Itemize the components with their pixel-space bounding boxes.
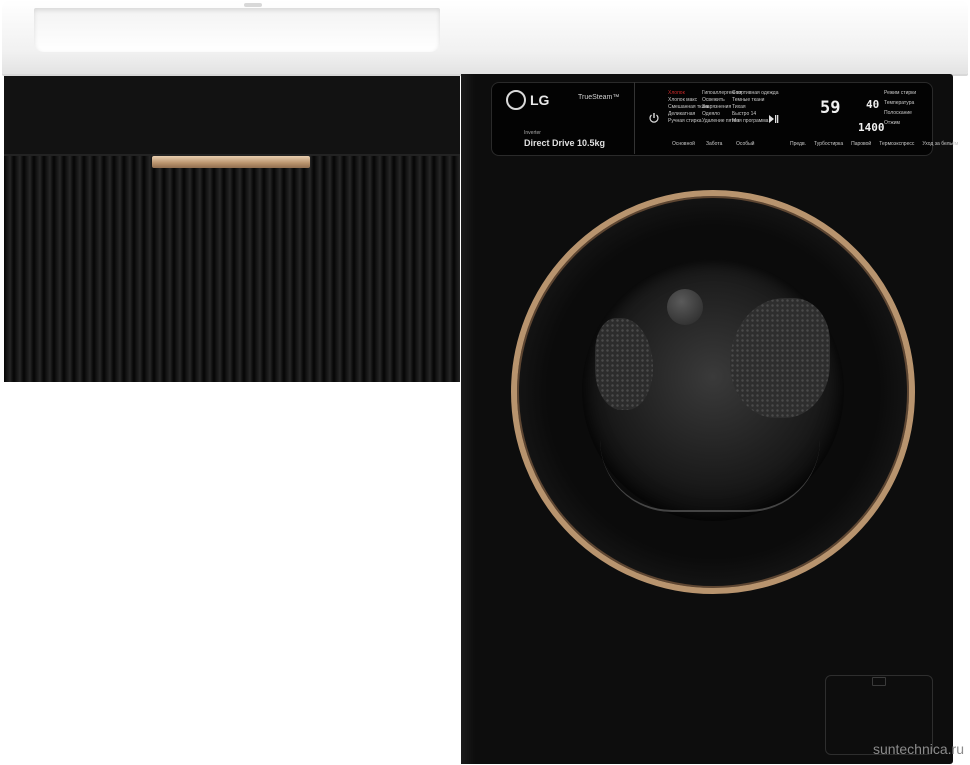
faucet-hole: [244, 3, 262, 7]
bottom-option-row: Предв. Турбостирка Паровой Термоэкспресс…: [790, 141, 958, 148]
option-turbowash[interactable]: Турбостирка: [814, 141, 843, 148]
sink-basin: [34, 8, 440, 52]
option-item[interactable]: Отжим: [884, 120, 916, 127]
washer-side-shade: [461, 74, 475, 764]
program-item[interactable]: Тихая: [732, 104, 779, 111]
direct-drive-label: Direct Drive 10.5kg: [524, 138, 606, 148]
power-icon[interactable]: [648, 112, 660, 124]
brand-logo-text: LG: [530, 92, 550, 108]
display-temp: 40: [866, 98, 880, 111]
category-special: Особый: [736, 141, 755, 147]
display-time: 59: [820, 98, 841, 118]
vanity-top-panel: [4, 76, 460, 156]
start-pause-icon[interactable]: [767, 113, 779, 125]
truesteam-label: TrueSteam™: [578, 94, 620, 101]
option-laundry-care[interactable]: Уход за бельём: [922, 141, 958, 148]
option-prewash[interactable]: Предв.: [790, 141, 806, 148]
filter-cover-tab[interactable]: [872, 677, 886, 686]
fluted-drawer[interactable]: [4, 156, 460, 382]
program-item[interactable]: Спортивная одежда: [732, 90, 779, 97]
category-basic: Основной: [672, 141, 695, 147]
watermark: suntechnica.ru: [872, 741, 964, 757]
inverter-label: Inverter: [524, 130, 541, 136]
option-buttons: Режим стирки Температура Полоскание Отжи…: [884, 90, 916, 127]
option-item[interactable]: Полоскание: [884, 110, 916, 117]
option-item[interactable]: Температура: [884, 100, 916, 107]
option-thermoexpress[interactable]: Термоэкспресс: [879, 141, 914, 148]
drum-hub: [667, 289, 703, 325]
panel-divider: [634, 82, 635, 154]
option-steam[interactable]: Паровой: [851, 141, 871, 148]
option-item[interactable]: Режим стирки: [884, 90, 916, 97]
program-item[interactable]: Темные ткани: [732, 97, 779, 104]
category-care: Забота: [706, 141, 723, 147]
lg-logo-icon: [506, 90, 526, 110]
drawer-handle[interactable]: [152, 156, 310, 168]
display-spin: 1400: [858, 121, 885, 134]
